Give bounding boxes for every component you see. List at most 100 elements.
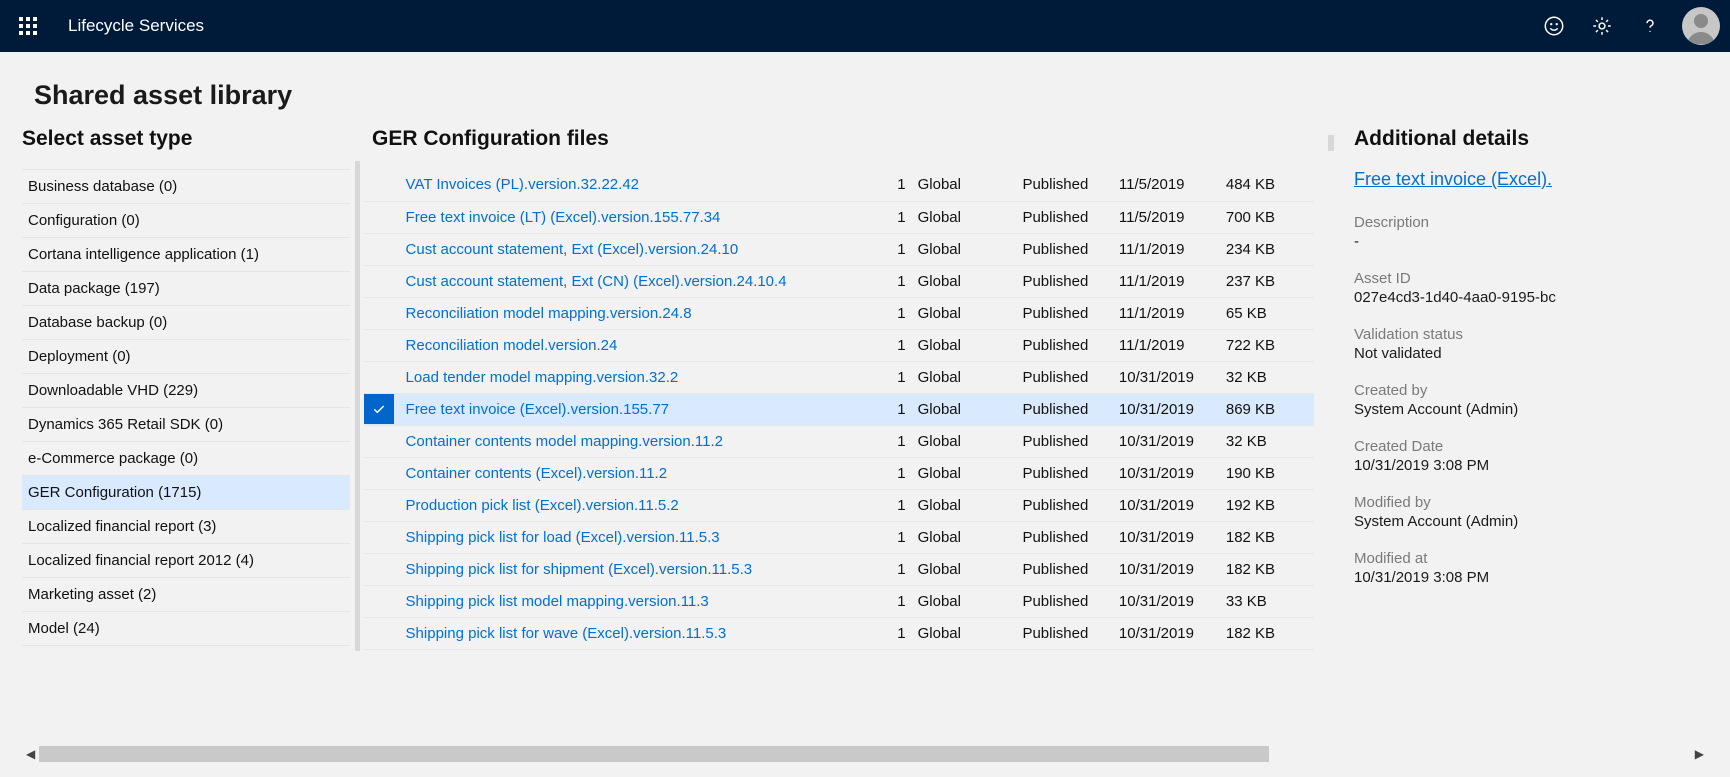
row-select-cell[interactable]	[364, 329, 398, 361]
column-divider-right[interactable]	[1328, 135, 1334, 151]
feedback-button[interactable]	[1530, 2, 1578, 50]
asset-type-item[interactable]: Marketing asset (2)	[22, 578, 350, 612]
asset-type-item[interactable]: Data package (197)	[22, 272, 350, 306]
file-status-cell: Published	[1022, 265, 1118, 297]
row-select-cell[interactable]	[364, 393, 398, 425]
file-row[interactable]: VAT Invoices (PL).version.32.22.421Globa…	[364, 169, 1314, 201]
file-row[interactable]: Shipping pick list for wave (Excel).vers…	[364, 617, 1314, 649]
asset-type-item[interactable]: Localized financial report (3)	[22, 510, 350, 544]
row-select-cell[interactable]	[364, 521, 398, 553]
file-name-cell: Shipping pick list for load (Excel).vers…	[398, 521, 880, 553]
file-name-link[interactable]: Shipping pick list for shipment (Excel).…	[406, 561, 753, 578]
horizontal-scrollbar[interactable]: ◀ ▶	[0, 744, 1730, 764]
file-name-link[interactable]: Cust account statement, Ext (Excel).vers…	[406, 241, 739, 258]
file-name-link[interactable]: Shipping pick list for load (Excel).vers…	[406, 529, 720, 546]
asset-type-item[interactable]: GER Configuration (1715)	[22, 476, 350, 510]
file-name-cell: Reconciliation model mapping.version.24.…	[398, 297, 880, 329]
file-row[interactable]: Reconciliation model.version.241GlobalPu…	[364, 329, 1314, 361]
asset-type-item[interactable]: Configuration (0)	[22, 204, 350, 238]
row-select-cell[interactable]	[364, 425, 398, 457]
file-date-cell: 10/31/2019	[1119, 553, 1226, 585]
waffle-icon	[19, 17, 37, 35]
asset-type-item[interactable]: Model (24)	[22, 612, 350, 646]
asset-type-item[interactable]: Deployment (0)	[22, 340, 350, 374]
asset-type-item[interactable]: Cortana intelligence application (1)	[22, 238, 350, 272]
file-name-link[interactable]: Cust account statement, Ext (CN) (Excel)…	[406, 273, 787, 290]
file-name-link[interactable]: Free text invoice (Excel).version.155.77	[406, 401, 669, 418]
modified-at-label: Modified at	[1354, 550, 1684, 567]
details-name-link[interactable]: Free text invoice (Excel).	[1354, 169, 1684, 190]
asset-type-item[interactable]: Localized financial report 2012 (4)	[22, 544, 350, 578]
file-row[interactable]: Shipping pick list for shipment (Excel).…	[364, 553, 1314, 585]
file-size-cell: 722 KB	[1226, 329, 1314, 361]
file-scope-cell: Global	[918, 169, 1023, 201]
file-date-cell: 11/5/2019	[1119, 169, 1226, 201]
asset-type-item[interactable]: e-Commerce package (0)	[22, 442, 350, 476]
created-by-value: System Account (Admin)	[1354, 401, 1684, 418]
asset-type-item[interactable]: Downloadable VHD (229)	[22, 374, 350, 408]
file-count-cell: 1	[880, 553, 918, 585]
settings-button[interactable]	[1578, 2, 1626, 50]
scroll-left-icon[interactable]: ◀	[26, 747, 35, 761]
file-name-link[interactable]: Reconciliation model mapping.version.24.…	[406, 305, 692, 322]
file-row[interactable]: Reconciliation model mapping.version.24.…	[364, 297, 1314, 329]
file-name-link[interactable]: Shipping pick list model mapping.version…	[406, 593, 709, 610]
file-row[interactable]: Container contents model mapping.version…	[364, 425, 1314, 457]
file-status-cell: Published	[1022, 521, 1118, 553]
row-select-cell[interactable]	[364, 489, 398, 521]
file-row[interactable]: Shipping pick list model mapping.version…	[364, 585, 1314, 617]
scroll-right-icon[interactable]: ▶	[1695, 747, 1704, 761]
file-scope-cell: Global	[918, 201, 1023, 233]
row-select-cell[interactable]	[364, 585, 398, 617]
file-name-link[interactable]: Load tender model mapping.version.32.2	[406, 369, 679, 386]
row-select-cell[interactable]	[364, 553, 398, 585]
help-button[interactable]	[1626, 2, 1674, 50]
file-row[interactable]: Container contents (Excel).version.11.21…	[364, 457, 1314, 489]
created-date-label: Created Date	[1354, 438, 1684, 455]
file-size-cell: 182 KB	[1226, 617, 1314, 649]
file-name-link[interactable]: Reconciliation model.version.24	[406, 337, 618, 354]
asset-id-value: 027e4cd3-1d40-4aa0-9195-bc	[1354, 289, 1684, 306]
row-select-cell[interactable]	[364, 201, 398, 233]
scroll-thumb[interactable]	[39, 746, 1269, 762]
file-date-cell: 10/31/2019	[1119, 425, 1226, 457]
file-name-link[interactable]: Container contents (Excel).version.11.2	[406, 465, 668, 482]
file-size-cell: 192 KB	[1226, 489, 1314, 521]
asset-type-item[interactable]: Business database (0)	[22, 170, 350, 204]
app-launcher-button[interactable]	[6, 4, 50, 48]
file-name-link[interactable]: VAT Invoices (PL).version.32.22.42	[406, 176, 639, 193]
file-date-cell: 10/31/2019	[1119, 393, 1226, 425]
row-select-cell[interactable]	[364, 457, 398, 489]
scroll-track[interactable]	[39, 746, 1269, 762]
asset-type-item[interactable]: Database backup (0)	[22, 306, 350, 340]
file-row[interactable]: Cust account statement, Ext (Excel).vers…	[364, 233, 1314, 265]
file-row[interactable]: Load tender model mapping.version.32.21G…	[364, 361, 1314, 393]
file-row[interactable]: Cust account statement, Ext (CN) (Excel)…	[364, 265, 1314, 297]
file-row[interactable]: Free text invoice (LT) (Excel).version.1…	[364, 201, 1314, 233]
file-date-cell: 10/31/2019	[1119, 585, 1226, 617]
asset-type-list[interactable]: Business database (0)Configuration (0)Co…	[22, 169, 350, 740]
file-scope-cell: Global	[918, 457, 1023, 489]
row-select-cell[interactable]	[364, 361, 398, 393]
user-avatar[interactable]	[1682, 7, 1720, 45]
file-status-cell: Published	[1022, 425, 1118, 457]
row-select-cell[interactable]	[364, 169, 398, 201]
file-row[interactable]: Free text invoice (Excel).version.155.77…	[364, 393, 1314, 425]
row-select-cell[interactable]	[364, 265, 398, 297]
row-select-cell[interactable]	[364, 233, 398, 265]
file-count-cell: 1	[880, 265, 918, 297]
file-scope-cell: Global	[918, 425, 1023, 457]
file-name-link[interactable]: Free text invoice (LT) (Excel).version.1…	[406, 209, 721, 226]
file-date-cell: 11/1/2019	[1119, 329, 1226, 361]
file-name-link[interactable]: Container contents model mapping.version…	[406, 433, 723, 450]
asset-type-item[interactable]: Dynamics 365 Retail SDK (0)	[22, 408, 350, 442]
file-row[interactable]: Production pick list (Excel).version.11.…	[364, 489, 1314, 521]
file-name-link[interactable]: Production pick list (Excel).version.11.…	[406, 497, 679, 514]
row-selected-checkbox[interactable]	[364, 394, 394, 424]
file-name-link[interactable]: Shipping pick list for wave (Excel).vers…	[406, 625, 727, 642]
file-row[interactable]: Shipping pick list for load (Excel).vers…	[364, 521, 1314, 553]
row-select-cell[interactable]	[364, 297, 398, 329]
file-date-cell: 10/31/2019	[1119, 361, 1226, 393]
column-divider-left[interactable]	[350, 161, 364, 651]
row-select-cell[interactable]	[364, 617, 398, 649]
